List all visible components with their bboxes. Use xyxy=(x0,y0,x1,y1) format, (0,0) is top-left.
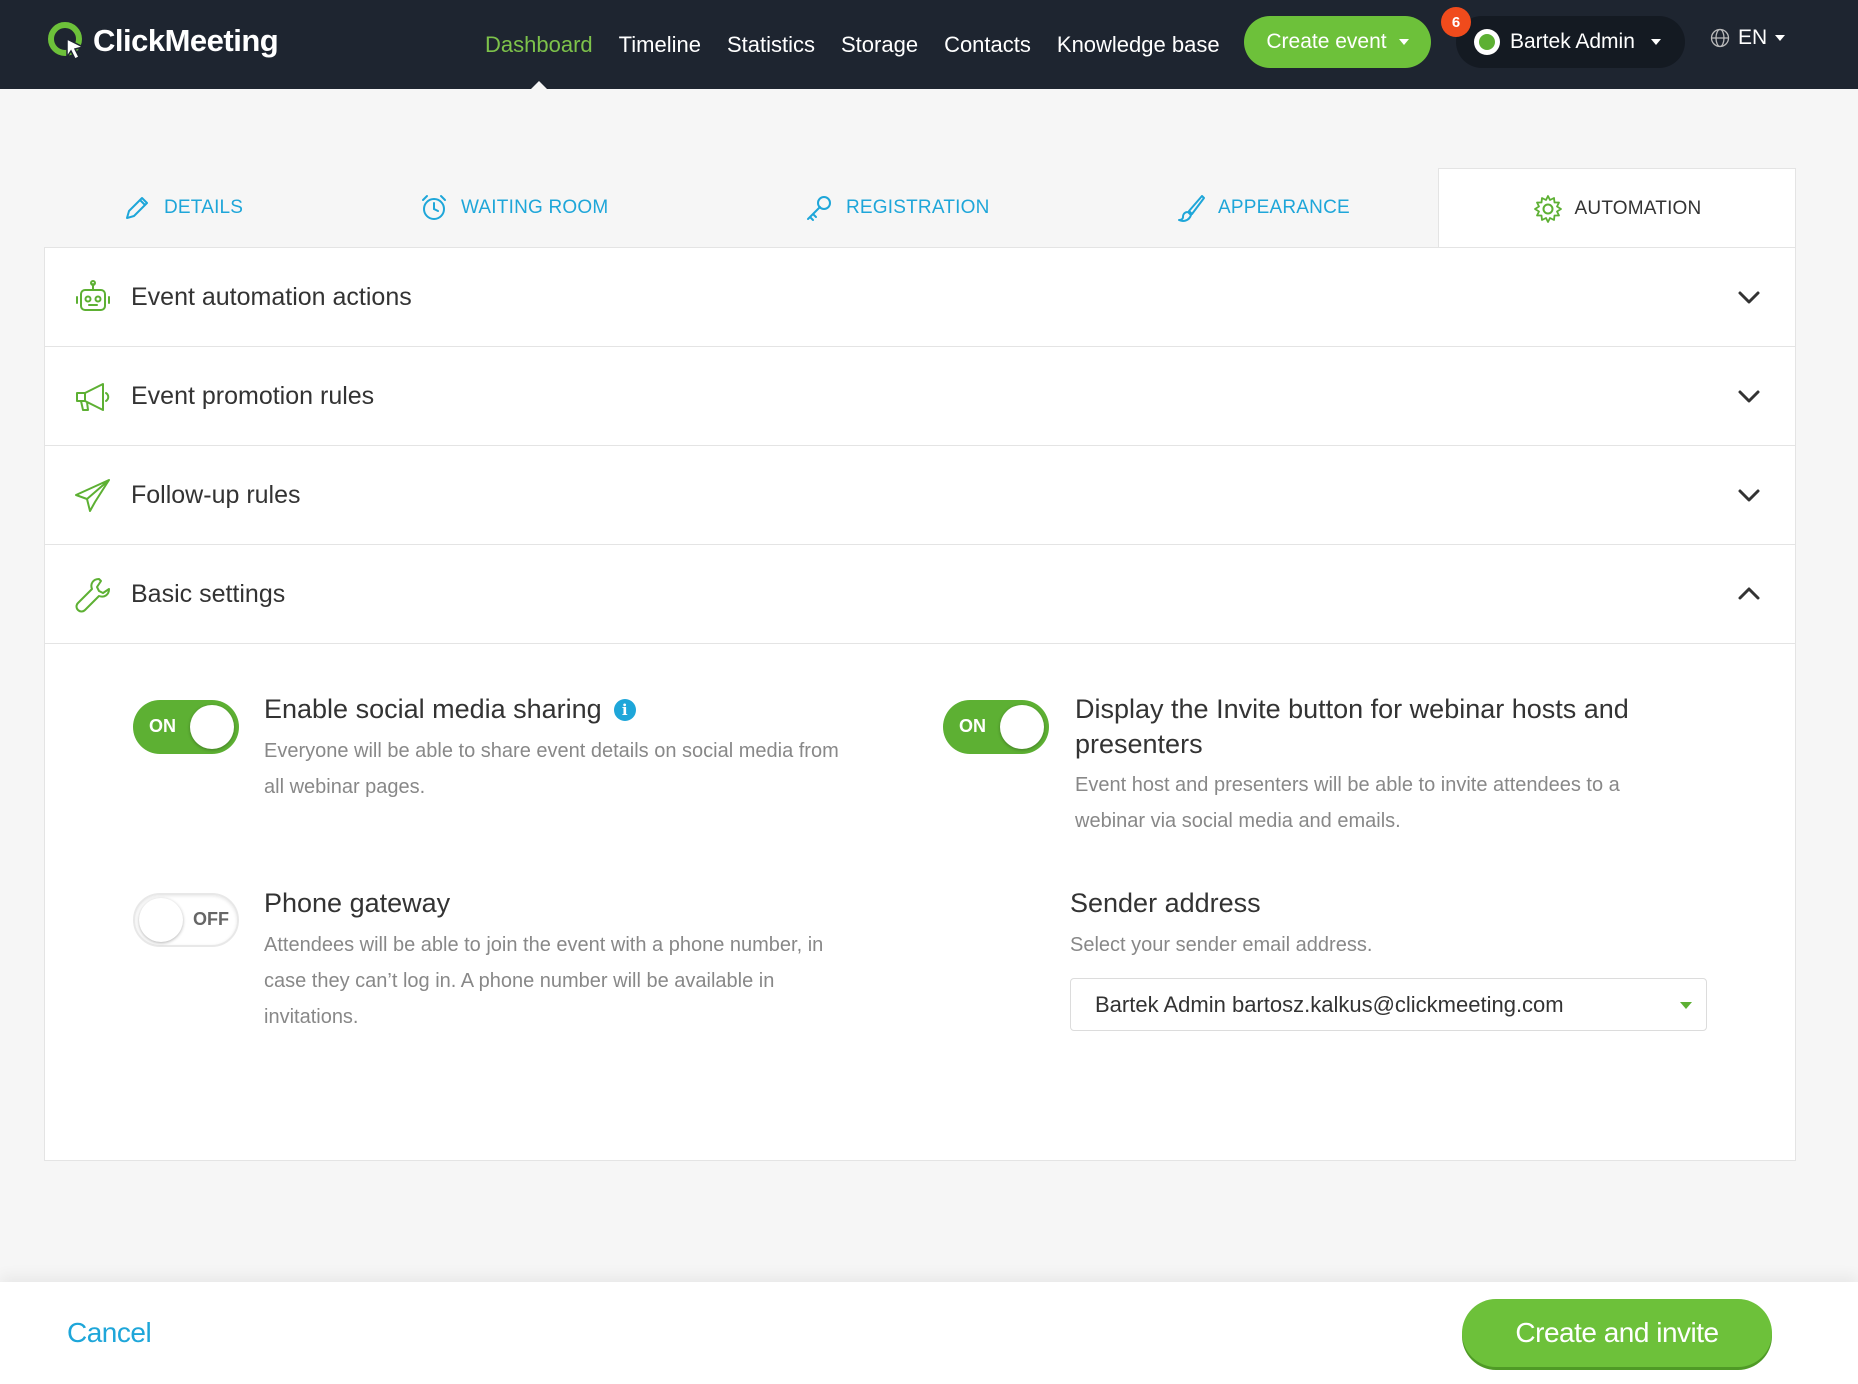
sender-address-title: Sender address xyxy=(1070,888,1261,918)
logo-icon xyxy=(48,22,86,61)
title-line: presenters xyxy=(1075,729,1203,759)
tab-registration[interactable]: REGISTRATION xyxy=(804,168,990,248)
chevron-down-icon xyxy=(1398,39,1409,45)
nav-timeline[interactable]: Timeline xyxy=(619,0,701,89)
toggle-state: ON xyxy=(149,716,176,736)
cancel-button[interactable]: Cancel xyxy=(67,1317,152,1349)
main-nav: Dashboard Timeline Statistics Storage Co… xyxy=(485,0,1246,89)
tab-appearance[interactable]: APPEARANCE xyxy=(1176,168,1350,248)
tab-label: REGISTRATION xyxy=(846,197,990,218)
chevron-down-icon xyxy=(1738,390,1760,403)
invite-button-title: Display the Invite button for webinar ho… xyxy=(1075,692,1715,762)
info-icon[interactable]: i xyxy=(613,699,636,721)
language-code: EN xyxy=(1738,26,1768,49)
user-menu-button[interactable]: Bartek Admin xyxy=(1456,16,1685,68)
robot-icon xyxy=(76,280,110,311)
megaphone-icon xyxy=(76,383,110,411)
chevron-up-icon xyxy=(1738,587,1760,600)
tab-automation[interactable]: AUTOMATION xyxy=(1438,168,1796,249)
clickmeeting-logo[interactable]: ClickMeeting xyxy=(47,21,279,61)
alarm-clock-icon xyxy=(422,195,446,220)
globe-icon xyxy=(1710,28,1730,48)
section-event-automation-actions[interactable]: Event automation actions xyxy=(45,248,1795,347)
chevron-down-icon xyxy=(1775,35,1786,41)
desc-line: Event host and presenters will be able t… xyxy=(1075,774,1620,796)
key-icon xyxy=(807,196,831,221)
tab-label: DETAILS xyxy=(164,197,244,218)
toggle-knob xyxy=(1000,705,1044,749)
desc-line: invitations. xyxy=(264,1006,359,1028)
brand-name: ClickMeeting xyxy=(93,23,279,58)
toggle-knob xyxy=(139,898,183,942)
user-name: Bartek Admin xyxy=(1510,30,1635,53)
section-title: Follow-up rules xyxy=(131,480,301,509)
user-avatar-icon xyxy=(1474,29,1500,55)
nav-storage[interactable]: Storage xyxy=(841,0,918,89)
phone-gateway-description: Attendees will be able to join the event… xyxy=(264,927,924,1035)
sender-address-select[interactable]: Bartek Admin bartosz.kalkus@clickmeeting… xyxy=(1070,978,1707,1031)
chevron-down-icon xyxy=(1650,39,1661,45)
sender-address-description: Select your sender email address. xyxy=(1070,934,1373,956)
nav-statistics[interactable]: Statistics xyxy=(727,0,815,89)
wrench-icon xyxy=(75,578,110,613)
create-event-label: Create event xyxy=(1266,30,1387,53)
event-tabs: DETAILS WAITING ROOM REGISTRATION APPEAR… xyxy=(44,168,1796,249)
section-follow-up-rules[interactable]: Follow-up rules xyxy=(45,446,1795,545)
notification-badge[interactable]: 6 xyxy=(1441,7,1471,37)
create-event-button[interactable]: Create event xyxy=(1244,16,1431,68)
title-line: Display the Invite button for webinar ho… xyxy=(1075,694,1629,724)
section-title: Event promotion rules xyxy=(131,381,375,410)
sender-address-value: Bartek Admin bartosz.kalkus@clickmeeting… xyxy=(1095,991,1564,1017)
desc-line: webinar via social media and emails. xyxy=(1075,810,1401,832)
nav-knowledge-base[interactable]: Knowledge base xyxy=(1057,0,1220,89)
section-basic-settings[interactable]: Basic settings xyxy=(45,545,1795,644)
paper-plane-icon xyxy=(75,479,110,512)
section-title: Basic settings xyxy=(131,579,286,608)
social-sharing-toggle[interactable]: ON xyxy=(133,700,239,754)
desc-line: Attendees will be able to join the event… xyxy=(264,934,824,956)
top-navigation-bar: ClickMeeting Dashboard Timeline Statisti… xyxy=(0,0,1858,89)
toggle-knob xyxy=(190,705,234,749)
desc-line: case they can’t log in. A phone number w… xyxy=(264,970,775,992)
chevron-down-icon xyxy=(1738,291,1760,304)
toggle-state: ON xyxy=(959,716,986,736)
footer-bar: Cancel Create and invite xyxy=(0,1282,1858,1384)
section-title: Event automation actions xyxy=(131,282,412,311)
gear-icon xyxy=(1533,195,1562,223)
toggle-state: OFF xyxy=(193,909,229,929)
tab-label: WAITING ROOM xyxy=(461,197,609,218)
nav-dashboard[interactable]: Dashboard xyxy=(485,0,593,89)
language-selector[interactable]: EN xyxy=(1710,26,1786,50)
desc-line: all webinar pages. xyxy=(264,776,426,798)
tab-label: APPEARANCE xyxy=(1218,197,1350,218)
create-and-invite-button[interactable]: Create and invite xyxy=(1462,1299,1772,1367)
tab-waiting-room[interactable]: WAITING ROOM xyxy=(419,168,608,248)
pencil-icon xyxy=(126,197,148,219)
phone-gateway-title: Phone gateway xyxy=(264,888,451,918)
social-sharing-title: Enable social media sharing i xyxy=(264,692,636,727)
nav-contacts[interactable]: Contacts xyxy=(944,0,1031,89)
brush-icon xyxy=(1178,195,1205,222)
desc-line: Everyone will be able to share event det… xyxy=(264,740,839,762)
section-event-promotion-rules[interactable]: Event promotion rules xyxy=(45,347,1795,446)
tab-label: AUTOMATION xyxy=(1574,198,1702,219)
invite-button-description: Event host and presenters will be able t… xyxy=(1075,767,1715,839)
phone-gateway-toggle[interactable]: OFF xyxy=(133,893,239,947)
chevron-down-icon xyxy=(1738,489,1760,502)
social-sharing-title-text: Enable social media sharing xyxy=(264,694,602,724)
tab-details[interactable]: DETAILS xyxy=(122,168,243,248)
social-sharing-description: Everyone will be able to share event det… xyxy=(264,733,924,805)
invite-button-toggle[interactable]: ON xyxy=(943,700,1049,754)
caret-down-icon xyxy=(1680,1002,1692,1009)
